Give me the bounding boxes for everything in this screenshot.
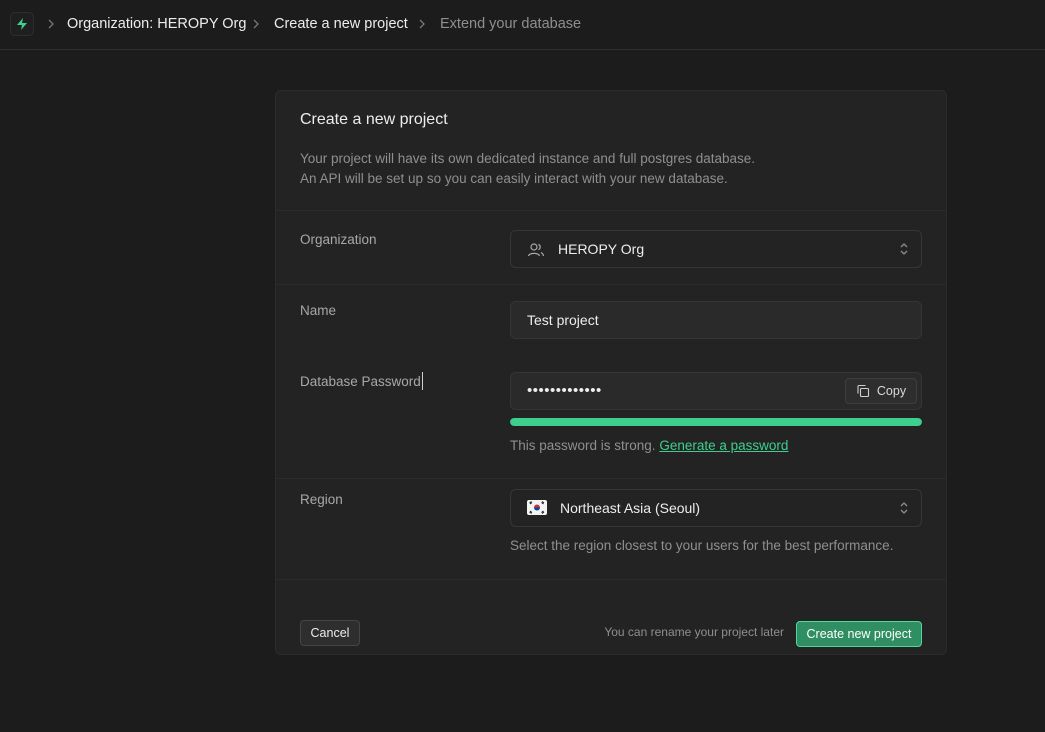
- copy-icon: [856, 384, 870, 398]
- breadcrumb-organization[interactable]: Organization: HEROPY Org: [67, 15, 246, 33]
- password-strength-text: This password is strong.: [510, 438, 656, 453]
- divider: [276, 478, 946, 479]
- chevron-right-icon: [44, 16, 58, 32]
- generate-password-link[interactable]: Generate a password: [659, 438, 788, 453]
- organization-label: Organization: [300, 232, 377, 247]
- project-name-input[interactable]: Test project: [510, 301, 922, 339]
- breadcrumb-create-project[interactable]: Create a new project: [274, 15, 408, 33]
- card-header: Create a new project Your project will h…: [276, 91, 946, 211]
- region-select[interactable]: Northeast Asia (Seoul): [510, 489, 922, 527]
- region-hint: Select the region closest to your users …: [510, 538, 894, 553]
- organization-select[interactable]: HEROPY Org: [510, 230, 922, 268]
- breadcrumb-extend-database[interactable]: Extend your database: [440, 15, 581, 33]
- text-cursor: [422, 372, 423, 390]
- password-strength-fill: [510, 418, 922, 426]
- copy-button-label: Copy: [876, 384, 907, 398]
- region-label: Region: [300, 492, 343, 507]
- chevron-up-down-icon: [899, 500, 909, 516]
- users-icon: [527, 241, 545, 259]
- chevron-right-icon: [249, 16, 263, 32]
- card-title: Create a new project: [300, 111, 448, 128]
- create-project-card: Create a new project Your project will h…: [275, 90, 947, 655]
- card-footer: Cancel You can rename your project later…: [276, 579, 946, 654]
- description-line-2: An API will be set up so you can easily …: [300, 171, 728, 186]
- create-project-button[interactable]: Create new project: [796, 621, 922, 647]
- organization-value: HEROPY Org: [558, 241, 645, 257]
- south-korea-flag-icon: [527, 500, 547, 515]
- rename-note: You can rename your project later: [604, 625, 784, 639]
- card-description: Your project will have its own dedicated…: [300, 149, 755, 189]
- password-strength-bar: [510, 418, 922, 426]
- name-label: Name: [300, 303, 337, 318]
- top-bar: Organization: HEROPY Org Create a new pr…: [0, 0, 1045, 50]
- supabase-logo-icon[interactable]: [10, 12, 34, 36]
- region-value: Northeast Asia (Seoul): [560, 500, 701, 516]
- database-password-label: Database Password: [300, 374, 421, 389]
- description-line-1: Your project will have its own dedicated…: [300, 151, 756, 166]
- copy-password-button[interactable]: Copy: [845, 378, 917, 404]
- divider: [276, 284, 946, 285]
- project-name-value: Test project: [527, 312, 599, 328]
- chevron-up-down-icon: [899, 241, 909, 257]
- database-password-input[interactable]: ••••••••••••• Copy: [510, 372, 922, 410]
- cancel-button[interactable]: Cancel: [300, 620, 360, 646]
- chevron-right-icon: [415, 16, 429, 32]
- password-value: •••••••••••••: [527, 382, 602, 399]
- password-hint: This password is strong. Generate a pass…: [510, 438, 788, 453]
